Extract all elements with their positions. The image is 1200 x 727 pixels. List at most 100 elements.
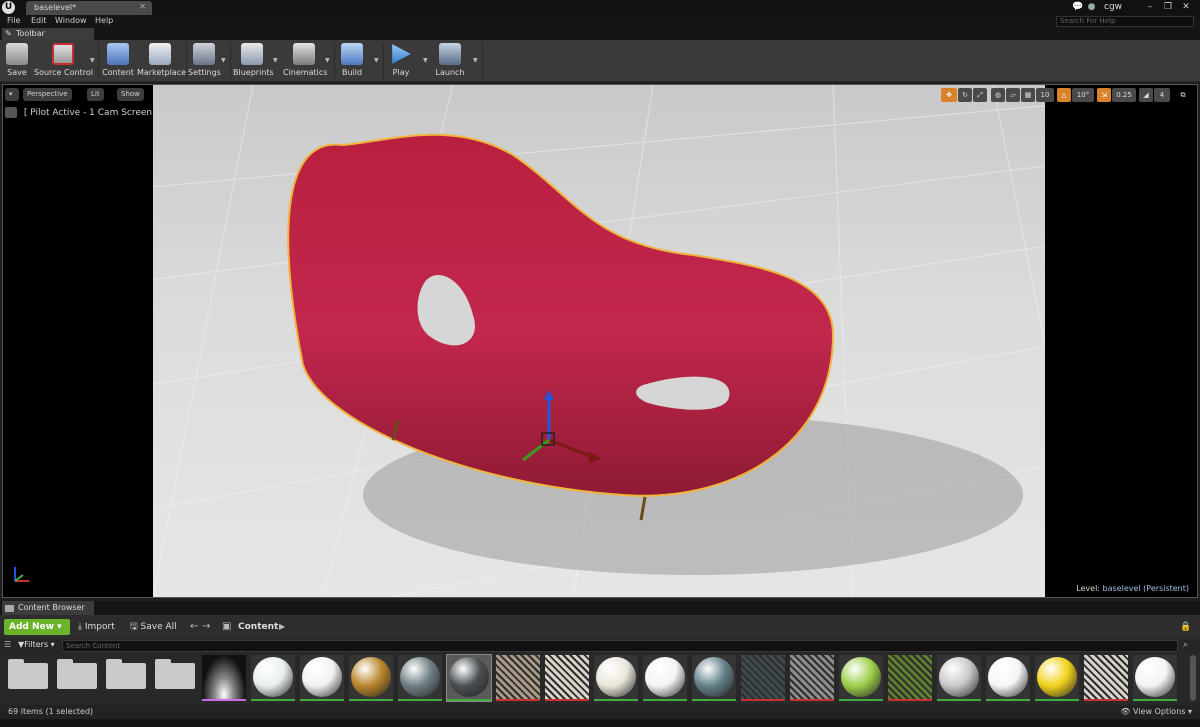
camera-speed-value[interactable]: 4 bbox=[1154, 88, 1170, 102]
settings-button[interactable]: Settings bbox=[188, 41, 221, 81]
asset-tile[interactable] bbox=[446, 654, 492, 702]
asset-tile[interactable] bbox=[349, 655, 393, 701]
perspective-button[interactable]: Perspective bbox=[23, 88, 72, 101]
world-space-icon[interactable]: ◍ bbox=[991, 88, 1005, 102]
import-button[interactable]: ⤓ Import bbox=[78, 619, 115, 635]
asset-tile[interactable] bbox=[937, 655, 981, 701]
rotation-snap-icon[interactable]: △ bbox=[1057, 88, 1071, 102]
close-window-button[interactable]: ✕ bbox=[1180, 1, 1192, 13]
asset-tile[interactable] bbox=[692, 655, 736, 701]
rotation-snap-value[interactable]: 10° bbox=[1072, 88, 1094, 102]
surface-snap-icon[interactable]: ▱ bbox=[1006, 88, 1020, 102]
asset-tile[interactable] bbox=[594, 655, 638, 701]
folder-asset-tile[interactable] bbox=[104, 655, 148, 701]
menu-edit[interactable]: Edit bbox=[31, 16, 47, 25]
save-all-button[interactable]: 🖫 Save All bbox=[130, 619, 177, 635]
user-name[interactable]: cgw bbox=[1104, 2, 1122, 12]
grid-snap-value[interactable]: 10 bbox=[1036, 88, 1054, 102]
blueprints-dropdown-icon[interactable]: ▼ bbox=[273, 57, 278, 64]
launch-dropdown-icon[interactable]: ▼ bbox=[473, 57, 478, 64]
camera-speed-icon[interactable]: ◢ bbox=[1139, 88, 1153, 102]
feedback-icon[interactable]: 💬 bbox=[1072, 2, 1083, 12]
content-browser-tab[interactable]: Content Browser bbox=[2, 601, 94, 615]
scale-snap-value[interactable]: 0.25 bbox=[1112, 88, 1136, 102]
blueprints-button[interactable]: Blueprints bbox=[233, 41, 274, 81]
cinematics-icon bbox=[293, 43, 315, 65]
viewport-scene[interactable] bbox=[153, 85, 1045, 597]
asset-tile[interactable] bbox=[741, 655, 785, 701]
minimize-button[interactable]: – bbox=[1144, 1, 1156, 13]
level-viewport[interactable]: ▾ Perspective Lit Show [ Pilot Active - … bbox=[2, 84, 1198, 598]
pilot-active-label[interactable]: [ Pilot Active - 1 Cam Screen ] bbox=[5, 106, 159, 120]
lit-button[interactable]: Lit bbox=[87, 88, 104, 101]
folder-asset-tile[interactable] bbox=[153, 655, 197, 701]
menu-help[interactable]: Help bbox=[95, 16, 113, 25]
grid-snap-icon[interactable]: ▦ bbox=[1021, 88, 1035, 102]
eject-icon[interactable] bbox=[5, 107, 17, 118]
play-button[interactable]: Play bbox=[386, 41, 416, 81]
asset-tile[interactable] bbox=[300, 655, 344, 701]
sources-toggle-icon[interactable]: ☰ bbox=[4, 637, 11, 653]
folder-asset-tile[interactable] bbox=[55, 655, 99, 701]
maximize-viewport-icon[interactable]: ⧉ bbox=[1177, 88, 1189, 102]
view-options-button[interactable]: 👁 View Options ▾ bbox=[1120, 707, 1192, 716]
menu-file[interactable]: File bbox=[7, 16, 20, 25]
asset-tile[interactable] bbox=[398, 655, 442, 701]
asset-tile[interactable] bbox=[986, 655, 1030, 701]
scale-tool-icon[interactable]: ⤢ bbox=[973, 88, 987, 102]
add-new-button[interactable]: Add New ▾ bbox=[4, 619, 70, 635]
build-dropdown-icon[interactable]: ▼ bbox=[374, 57, 379, 64]
forward-arrow-icon[interactable]: → bbox=[202, 619, 210, 635]
launch-button[interactable]: Launch bbox=[434, 41, 466, 81]
import-icon: ⤓ bbox=[78, 622, 82, 632]
material-sphere-thumbnail bbox=[939, 657, 979, 697]
menu-window[interactable]: Window bbox=[55, 16, 87, 25]
close-tab-icon[interactable]: ✕ bbox=[139, 2, 146, 11]
notification-icon[interactable]: ● bbox=[1086, 2, 1097, 12]
asset-tile[interactable] bbox=[496, 655, 540, 701]
lock-icon[interactable]: 🔒 bbox=[1180, 619, 1191, 635]
asset-tile[interactable] bbox=[888, 655, 932, 701]
chair-body[interactable] bbox=[287, 133, 835, 497]
cinematics-dropdown-icon[interactable]: ▼ bbox=[325, 57, 330, 64]
chair-model[interactable] bbox=[153, 85, 1045, 597]
search-icon[interactable]: ⌕ bbox=[1183, 637, 1188, 653]
asset-tile[interactable] bbox=[1084, 655, 1128, 701]
back-arrow-icon[interactable]: ← bbox=[190, 619, 198, 635]
show-button[interactable]: Show bbox=[117, 88, 144, 101]
source-control-button[interactable]: Source Control bbox=[34, 41, 93, 81]
toolbar-tab[interactable]: ✎ Toolbar bbox=[2, 28, 94, 40]
help-search-input[interactable]: Search For Help bbox=[1056, 16, 1194, 27]
asset-tile[interactable] bbox=[1133, 655, 1177, 701]
path-chevron-icon[interactable]: ▶ bbox=[279, 619, 285, 635]
viewport-options-icon[interactable]: ▾ bbox=[5, 88, 19, 101]
filters-button[interactable]: ▼Filters ▾ bbox=[18, 640, 55, 649]
path-content-crumb[interactable]: Content bbox=[238, 619, 278, 635]
level-tab[interactable]: baselevel* ✕ bbox=[26, 1, 152, 15]
main-toolbar: Save Source Control ▼ Content Marketplac… bbox=[0, 40, 1200, 82]
marketplace-button[interactable]: Marketplace bbox=[137, 41, 186, 81]
asset-tile[interactable] bbox=[790, 655, 834, 701]
unreal-logo-icon[interactable]: U bbox=[2, 1, 15, 14]
play-dropdown-icon[interactable]: ▼ bbox=[423, 57, 428, 64]
asset-tile[interactable] bbox=[202, 655, 246, 701]
filters-label: Filters bbox=[24, 640, 49, 649]
maximize-button[interactable]: ❐ bbox=[1162, 1, 1174, 13]
asset-tile[interactable] bbox=[545, 655, 589, 701]
cinematics-button[interactable]: Cinematics bbox=[283, 41, 327, 81]
settings-dropdown-icon[interactable]: ▼ bbox=[221, 57, 226, 64]
content-button[interactable]: Content bbox=[102, 41, 134, 81]
asset-tile[interactable] bbox=[1035, 655, 1079, 701]
asset-tile[interactable] bbox=[251, 655, 295, 701]
save-button[interactable]: Save bbox=[2, 41, 32, 81]
rotate-tool-icon[interactable]: ↻ bbox=[958, 88, 972, 102]
folder-asset-tile[interactable] bbox=[6, 655, 50, 701]
asset-scrollbar[interactable] bbox=[1190, 655, 1196, 701]
asset-tile[interactable] bbox=[643, 655, 687, 701]
translate-tool-icon[interactable]: ✥ bbox=[941, 88, 957, 102]
asset-tile[interactable] bbox=[839, 655, 883, 701]
source-control-dropdown-icon[interactable]: ▼ bbox=[90, 57, 95, 64]
content-search-input[interactable]: Search Content bbox=[62, 640, 1178, 652]
build-button[interactable]: Build bbox=[337, 41, 367, 81]
scale-snap-icon[interactable]: ⇲ bbox=[1097, 88, 1111, 102]
